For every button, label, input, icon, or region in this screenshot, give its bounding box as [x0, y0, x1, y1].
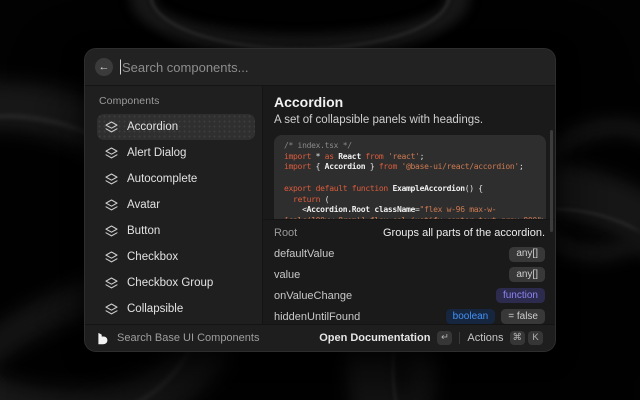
prop-value: function [496, 288, 545, 303]
prop-value: Groups all parts of the accordion. [383, 227, 545, 239]
search-field-wrap [120, 60, 545, 75]
back-arrow-icon: ← [99, 61, 110, 73]
open-documentation-button[interactable]: Open Documentation ↵ [319, 331, 452, 345]
sidebar-item-label: Button [127, 225, 160, 237]
sidebar-item-alert-dialog[interactable]: Alert Dialog [97, 140, 255, 166]
prop-row-value: value any[] [274, 265, 545, 286]
prop-name: value [274, 269, 300, 281]
stack-icon [105, 121, 118, 134]
component-title: Accordion [274, 94, 546, 110]
prop-name: hiddenUntilFound [274, 311, 360, 323]
command-key-icon: ⌘ [510, 331, 526, 345]
return-key-icon: ↵ [437, 331, 452, 345]
actions-label: Actions [467, 332, 503, 344]
sidebar: Components Accordion Alert Dialog Autocomp… [85, 86, 263, 324]
component-description: A set of collapsible panels with heading… [274, 114, 546, 127]
detail-header: Accordion A set of collapsible panels wi… [263, 86, 555, 219]
detail-panel: Accordion A set of collapsible panels wi… [263, 86, 555, 324]
back-button[interactable]: ← [95, 58, 113, 76]
prop-name: onValueChange [274, 290, 352, 302]
search-bar: ← [85, 49, 555, 86]
sidebar-item-accordion[interactable]: Accordion [97, 114, 255, 140]
stack-icon [105, 147, 118, 160]
props-list: Root Groups all parts of the accordion. de… [263, 219, 555, 327]
code-block: /* index.tsx */ import * as React from '… [274, 135, 546, 219]
sidebar-item-label: Accordion [127, 121, 178, 133]
stack-icon [105, 173, 118, 186]
prop-value: any[] [509, 247, 545, 262]
open-documentation-label: Open Documentation [319, 332, 430, 344]
footer-actions: Open Documentation ↵ Actions ⌘K [319, 331, 543, 345]
stack-icon [105, 225, 118, 238]
footer-brand-label: Search Base UI Components [117, 332, 259, 344]
type-badge-boolean: boolean [446, 309, 496, 324]
sidebar-heading: Components [99, 95, 255, 107]
prop-value: any[] [509, 267, 545, 282]
actions-button[interactable]: Actions ⌘K [467, 331, 543, 345]
stack-icon [105, 277, 118, 290]
command-dialog: ← Components Accordion Alert Dialog Autoco… [84, 48, 556, 352]
scrollbar-thumb[interactable] [550, 130, 553, 232]
prop-row-onvaluechange: onValueChange function [274, 285, 545, 306]
type-badge-plain: any[] [509, 267, 545, 282]
dialog-body: Components Accordion Alert Dialog Autocomp… [85, 86, 555, 324]
sidebar-item-label: Checkbox Group [127, 277, 213, 289]
base-ui-logo [97, 332, 108, 345]
prop-name: Root [274, 227, 297, 239]
search-input[interactable] [120, 60, 545, 75]
text-caret [120, 60, 121, 75]
sidebar-item-label: Checkbox [127, 251, 178, 263]
stack-icon [105, 251, 118, 264]
sidebar-item-autocomplete[interactable]: Autocomplete [97, 166, 255, 192]
actions-shortcut-keys: ⌘K [510, 331, 544, 345]
sidebar-item-checkbox[interactable]: Checkbox [97, 244, 255, 270]
prop-description: Groups all parts of the accordion. [383, 227, 545, 239]
sidebar-item-button[interactable]: Button [97, 218, 255, 244]
sidebar-item-label: Avatar [127, 199, 160, 211]
key-k: K [528, 331, 543, 345]
prop-row-defaultvalue: defaultValue any[] [274, 244, 545, 265]
sidebar-list: Accordion Alert Dialog Autocomplete Avatar B… [97, 114, 255, 324]
sidebar-item-collapsible[interactable]: Collapsible [97, 296, 255, 322]
stack-icon [105, 199, 118, 212]
prop-row-root: Root Groups all parts of the accordion. [274, 223, 545, 244]
prop-value: boolean = false [446, 309, 545, 324]
sidebar-item-label: Autocomplete [127, 173, 197, 185]
footer-bar: Search Base UI Components Open Documenta… [85, 324, 555, 351]
sidebar-item-label: Collapsible [127, 303, 183, 315]
sidebar-item-checkbox-group[interactable]: Checkbox Group [97, 270, 255, 296]
prop-name: defaultValue [274, 248, 334, 260]
type-badge-plain: = false [501, 309, 545, 324]
sidebar-item-avatar[interactable]: Avatar [97, 192, 255, 218]
prop-row-hiddenuntilfound: hiddenUntilFound boolean = false [274, 306, 545, 327]
stack-icon [105, 303, 118, 316]
sidebar-item-label: Alert Dialog [127, 147, 186, 159]
type-badge-function: function [496, 288, 545, 303]
footer-divider [459, 332, 460, 344]
type-badge-plain: any[] [509, 247, 545, 262]
